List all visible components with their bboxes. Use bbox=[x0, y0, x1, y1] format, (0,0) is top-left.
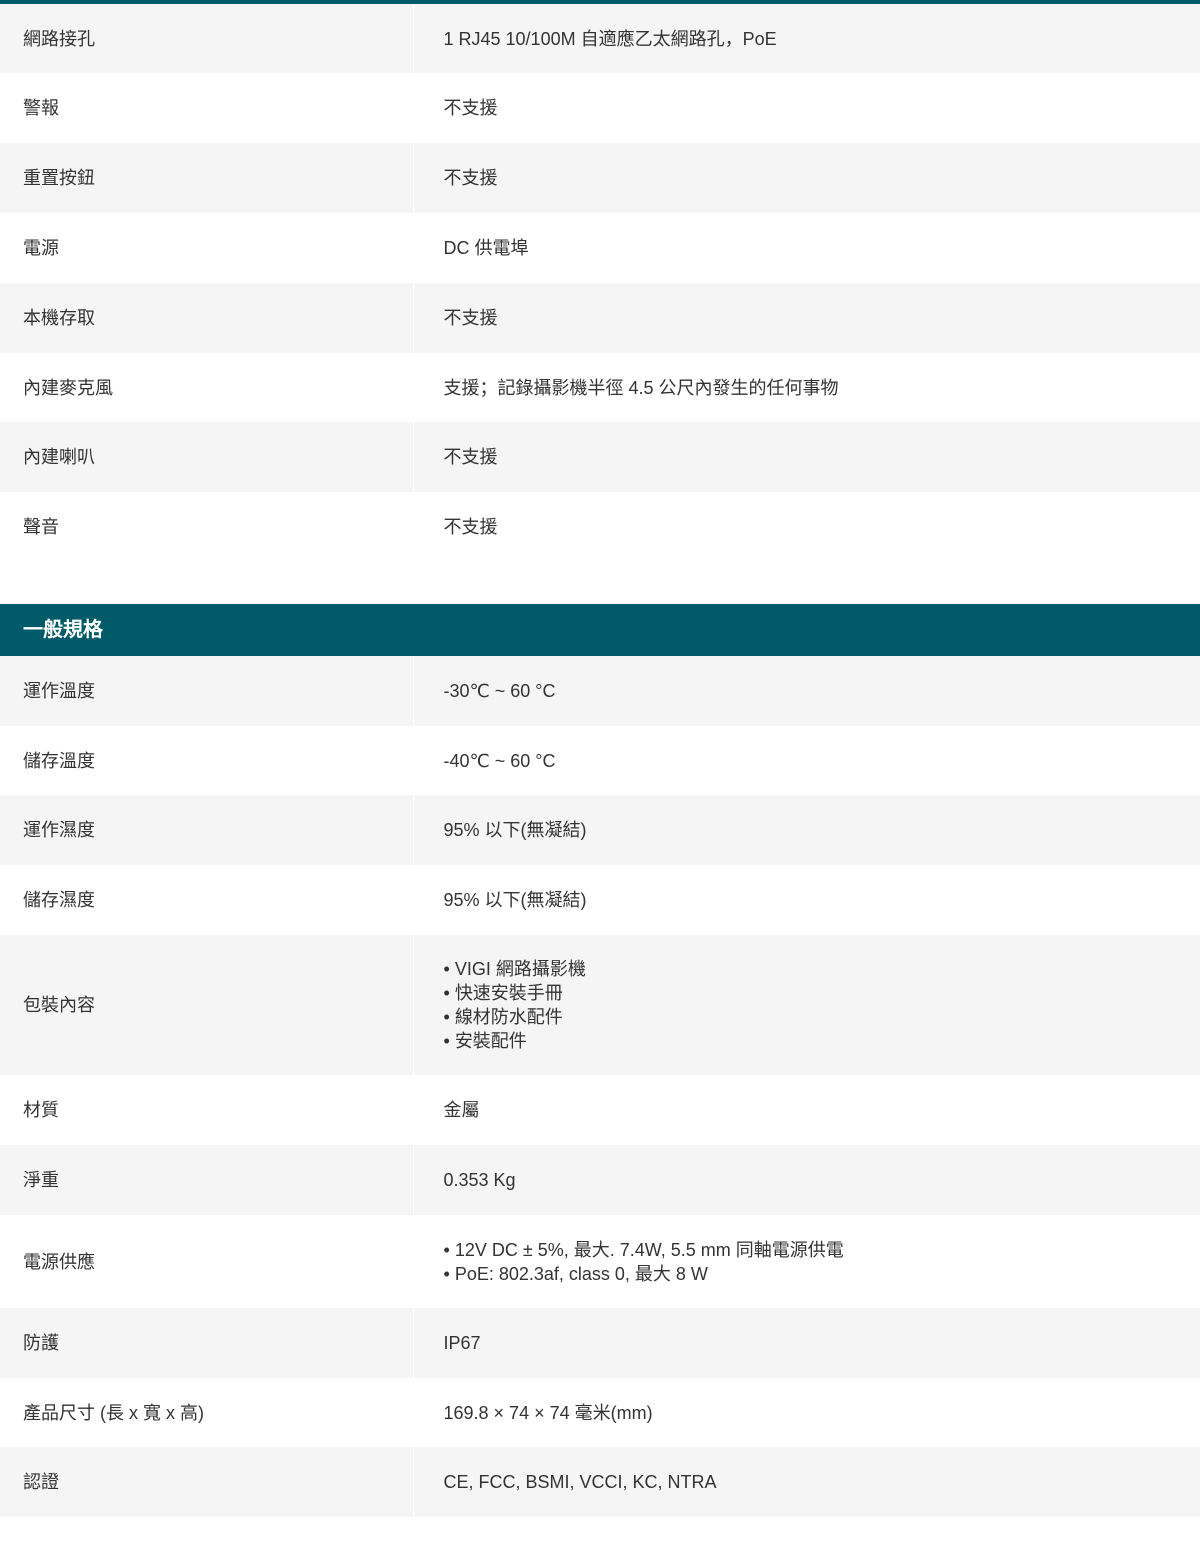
row-label: 警報 bbox=[0, 73, 413, 143]
list-item: 安裝配件 bbox=[444, 1029, 1200, 1053]
row-value: 1 RJ45 10/100M 自適應乙太網路孔，PoE bbox=[412, 4, 1200, 73]
row-value: CE, FCC, BSMI, VCCI, KC, NTRA bbox=[412, 1447, 1200, 1517]
row-value: VIGI 網路攝影機 快速安裝手冊 線材防水配件 安裝配件 bbox=[412, 935, 1200, 1075]
row-label: 內建喇叭 bbox=[0, 422, 413, 492]
row-label: 運作溫度 bbox=[0, 656, 413, 726]
list-item: VIGI 網路攝影機 bbox=[444, 957, 1200, 981]
row-value: DC 供電埠 bbox=[412, 213, 1200, 283]
row-value: 不支援 bbox=[412, 143, 1200, 213]
row-label: 重置按鈕 bbox=[0, 143, 413, 213]
table-row: 產品尺寸 (長 x 寬 x 高) 169.8 × 74 × 74 毫米(mm) bbox=[0, 1378, 1200, 1447]
row-label: 包裝內容 bbox=[0, 935, 413, 1075]
row-value: 95% 以下(無凝結) bbox=[412, 795, 1200, 865]
spec-table-general: 運作溫度 -30℃ ~ 60 °C 儲存溫度 -40℃ ~ 60 °C 運作濕度… bbox=[0, 656, 1200, 1517]
row-value: 不支援 bbox=[412, 422, 1200, 492]
row-label: 儲存溫度 bbox=[0, 726, 413, 795]
row-value: -30℃ ~ 60 °C bbox=[412, 656, 1200, 726]
list-item: 12V DC ± 5%, 最大. 7.4W, 5.5 mm 同軸電源供電 bbox=[444, 1238, 1200, 1262]
list-item: 線材防水配件 bbox=[444, 1005, 1200, 1029]
table-row: 電源供應 12V DC ± 5%, 最大. 7.4W, 5.5 mm 同軸電源供… bbox=[0, 1215, 1200, 1308]
row-value: 95% 以下(無凝結) bbox=[412, 865, 1200, 935]
spec-table-interfaces: 網路接孔 1 RJ45 10/100M 自適應乙太網路孔，PoE 警報 不支援 … bbox=[0, 4, 1200, 561]
table-row: 重置按鈕 不支援 bbox=[0, 143, 1200, 213]
row-label: 產品尺寸 (長 x 寬 x 高) bbox=[0, 1378, 413, 1447]
row-label: 防護 bbox=[0, 1308, 413, 1378]
table-row: 內建麥克風 支援；記錄攝影機半徑 4.5 公尺內發生的任何事物 bbox=[0, 353, 1200, 422]
row-value: IP67 bbox=[412, 1308, 1200, 1378]
table-row: 網路接孔 1 RJ45 10/100M 自適應乙太網路孔，PoE bbox=[0, 4, 1200, 73]
list-item: 快速安裝手冊 bbox=[444, 981, 1200, 1005]
table-row: 運作濕度 95% 以下(無凝結) bbox=[0, 795, 1200, 865]
row-label: 網路接孔 bbox=[0, 4, 413, 73]
row-value: 0.353 Kg bbox=[412, 1145, 1200, 1215]
row-value: 12V DC ± 5%, 最大. 7.4W, 5.5 mm 同軸電源供電 PoE… bbox=[412, 1215, 1200, 1308]
row-value: 不支援 bbox=[412, 283, 1200, 353]
power-supply-list: 12V DC ± 5%, 最大. 7.4W, 5.5 mm 同軸電源供電 PoE… bbox=[444, 1238, 1200, 1286]
row-label: 聲音 bbox=[0, 492, 413, 561]
row-value: -40℃ ~ 60 °C bbox=[412, 726, 1200, 795]
table-row: 內建喇叭 不支援 bbox=[0, 422, 1200, 492]
row-label: 材質 bbox=[0, 1075, 413, 1145]
row-label: 內建麥克風 bbox=[0, 353, 413, 422]
row-label: 認證 bbox=[0, 1447, 413, 1517]
table-row: 電源 DC 供電埠 bbox=[0, 213, 1200, 283]
package-contents-list: VIGI 網路攝影機 快速安裝手冊 線材防水配件 安裝配件 bbox=[444, 957, 1200, 1053]
table-row: 儲存溫度 -40℃ ~ 60 °C bbox=[0, 726, 1200, 795]
table-row: 認證 CE, FCC, BSMI, VCCI, KC, NTRA bbox=[0, 1447, 1200, 1517]
row-label: 本機存取 bbox=[0, 283, 413, 353]
spec-page: 網路接孔 1 RJ45 10/100M 自適應乙太網路孔，PoE 警報 不支援 … bbox=[0, 0, 1200, 1553]
table-row: 警報 不支援 bbox=[0, 73, 1200, 143]
row-value: 金屬 bbox=[412, 1075, 1200, 1145]
row-value: 169.8 × 74 × 74 毫米(mm) bbox=[412, 1378, 1200, 1447]
row-value: 支援；記錄攝影機半徑 4.5 公尺內發生的任何事物 bbox=[412, 353, 1200, 422]
row-label: 電源 bbox=[0, 213, 413, 283]
table-row: 儲存濕度 95% 以下(無凝結) bbox=[0, 865, 1200, 935]
row-label: 電源供應 bbox=[0, 1215, 413, 1308]
table-row: 防護 IP67 bbox=[0, 1308, 1200, 1378]
row-value: 不支援 bbox=[412, 73, 1200, 143]
table-row: 材質 金屬 bbox=[0, 1075, 1200, 1145]
row-value: 不支援 bbox=[412, 492, 1200, 561]
section-title: 一般規格 bbox=[0, 604, 1200, 656]
table-row: 運作溫度 -30℃ ~ 60 °C bbox=[0, 656, 1200, 726]
table-row: 淨重 0.353 Kg bbox=[0, 1145, 1200, 1215]
table-row: 本機存取 不支援 bbox=[0, 283, 1200, 353]
row-label: 淨重 bbox=[0, 1145, 413, 1215]
table-row: 聲音 不支援 bbox=[0, 492, 1200, 561]
list-item: PoE: 802.3af, class 0, 最大 8 W bbox=[444, 1262, 1200, 1286]
row-label: 運作濕度 bbox=[0, 795, 413, 865]
table-row: 包裝內容 VIGI 網路攝影機 快速安裝手冊 線材防水配件 安裝配件 bbox=[0, 935, 1200, 1075]
row-label: 儲存濕度 bbox=[0, 865, 413, 935]
